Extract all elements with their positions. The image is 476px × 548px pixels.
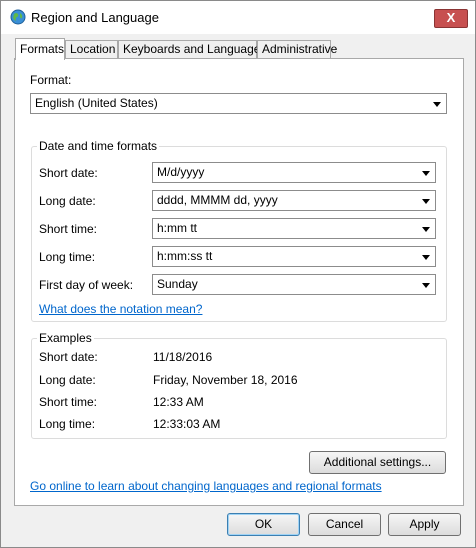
tab-administrative[interactable]: Administrative bbox=[257, 40, 337, 59]
short-time-select[interactable]: h:mm tt bbox=[152, 218, 436, 239]
date-time-formats-title: Date and time formats bbox=[37, 139, 160, 153]
online-languages-link[interactable]: Go online to learn about changing langua… bbox=[30, 479, 382, 493]
first-day-select[interactable]: Sunday bbox=[152, 274, 436, 295]
example-long-time-value: 12:33:03 AM bbox=[153, 417, 221, 431]
notation-help-link[interactable]: What does the notation mean? bbox=[39, 302, 202, 316]
chevron-down-icon bbox=[422, 283, 430, 288]
example-long-time-label: Long time: bbox=[39, 417, 96, 431]
short-time-label: Short time: bbox=[39, 222, 98, 236]
example-long-date-label: Long date: bbox=[39, 373, 96, 387]
window-title: Region and Language bbox=[31, 10, 159, 25]
example-short-time-value: 12:33 AM bbox=[153, 395, 204, 409]
globe-icon bbox=[10, 9, 26, 25]
chevron-down-icon bbox=[422, 171, 430, 176]
tab-formats[interactable]: Formats bbox=[15, 38, 65, 60]
example-short-time-label: Short time: bbox=[39, 395, 98, 409]
title-bar: Region and Language X bbox=[1, 1, 475, 34]
chevron-down-icon bbox=[433, 102, 441, 107]
long-date-select[interactable]: dddd, MMMM dd, yyyy bbox=[152, 190, 436, 211]
region-language-dialog: Region and Language X Formats Location K… bbox=[0, 0, 476, 548]
date-time-formats-group: Date and time formats Short date: M/d/yy… bbox=[31, 139, 447, 322]
example-short-date-label: Short date: bbox=[39, 350, 98, 364]
long-date-select-value: dddd, MMMM dd, yyyy bbox=[157, 193, 278, 207]
chevron-down-icon bbox=[422, 199, 430, 204]
format-label: Format: bbox=[30, 73, 72, 87]
short-date-select-value: M/d/yyyy bbox=[157, 165, 205, 179]
short-date-label: Short date: bbox=[39, 166, 98, 180]
apply-button[interactable]: Apply bbox=[388, 513, 461, 536]
short-time-select-value: h:mm tt bbox=[157, 221, 198, 235]
additional-settings-button[interactable]: Additional settings... bbox=[309, 451, 446, 474]
example-long-date-value: Friday, November 18, 2016 bbox=[153, 373, 298, 387]
example-short-date-value: 11/18/2016 bbox=[153, 350, 213, 364]
long-time-label: Long time: bbox=[39, 250, 96, 264]
tab-location[interactable]: Location bbox=[65, 40, 118, 59]
short-date-select[interactable]: M/d/yyyy bbox=[152, 162, 436, 183]
format-select-value: English (United States) bbox=[35, 96, 158, 110]
long-time-select-value: h:mm:ss tt bbox=[157, 249, 213, 263]
ok-button[interactable]: OK bbox=[227, 513, 300, 536]
format-select[interactable]: English (United States) bbox=[30, 93, 447, 114]
chevron-down-icon bbox=[422, 255, 430, 260]
examples-title: Examples bbox=[37, 331, 94, 345]
chevron-down-icon bbox=[422, 227, 430, 232]
examples-group: Examples Short date: 11/18/2016 Long dat… bbox=[31, 331, 447, 439]
close-button[interactable]: X bbox=[434, 9, 468, 28]
long-date-label: Long date: bbox=[39, 194, 96, 208]
formats-panel: Format: English (United States) Date and… bbox=[14, 58, 464, 506]
long-time-select[interactable]: h:mm:ss tt bbox=[152, 246, 436, 267]
cancel-button[interactable]: Cancel bbox=[308, 513, 381, 536]
tab-keyboards-languages[interactable]: Keyboards and Languages bbox=[118, 40, 266, 59]
first-day-select-value: Sunday bbox=[157, 277, 198, 291]
first-day-label: First day of week: bbox=[39, 278, 134, 292]
